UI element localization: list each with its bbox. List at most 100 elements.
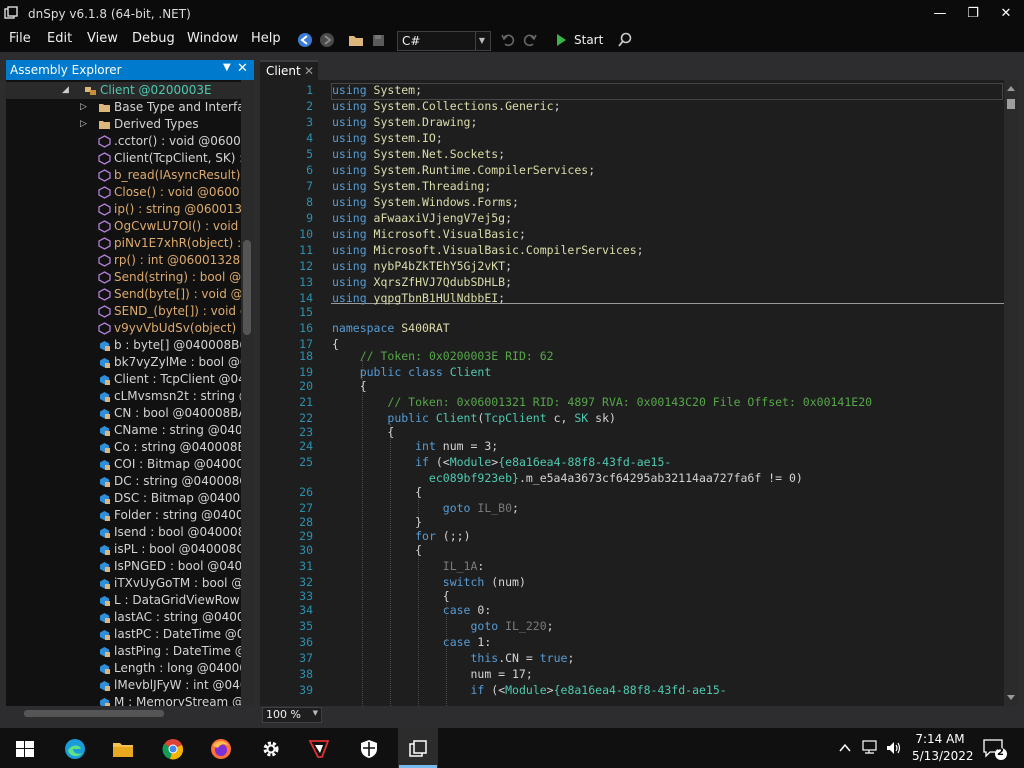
tree-item[interactable]: ▷ Base Type and Interfaces — [6, 99, 246, 116]
tree-item[interactable]: bk7vyZylMe : bool @040008B7 — [6, 354, 246, 371]
code-line[interactable]: 37 this.CN = true; — [260, 650, 1004, 666]
tree-item[interactable]: SEND_(byte[]) : void @06001 — [6, 303, 246, 320]
collapsed-arrow-icon[interactable]: ▷ — [80, 99, 87, 116]
tree-item[interactable]: Isend : bool @040008C3 — [6, 524, 246, 541]
code-line[interactable]: 16 namespace S400RAT — [260, 320, 1004, 336]
tree-item[interactable]: cLMvsmsn2t : string @040008B9 — [6, 388, 246, 405]
tree-item[interactable]: OgCvwLU7OI() : void @06001 — [6, 218, 246, 235]
tree-item[interactable]: L : DataGridViewRow @040008C8 — [6, 592, 246, 609]
tree-item[interactable]: b : byte[] @040008B6 — [6, 337, 246, 354]
code-line[interactable]: 6 using System.Runtime.CompilerServices; — [260, 162, 1004, 178]
tree-item[interactable]: Length : long @040008CC — [6, 660, 246, 677]
tree-item[interactable]: lastPing : DateTime @040008CB — [6, 643, 246, 660]
close-panel-icon[interactable]: ✕ — [237, 61, 248, 76]
tree-item[interactable]: CName : string @040008BB — [6, 422, 246, 439]
scroll-down-icon[interactable] — [1006, 694, 1016, 702]
code-line[interactable]: 30 { — [260, 542, 1004, 558]
code-line[interactable]: 35 goto IL_220; — [260, 618, 1004, 634]
firefox-icon[interactable] — [210, 738, 232, 760]
network-icon[interactable] — [861, 739, 881, 757]
code-line[interactable]: 5 using System.Net.Sockets; — [260, 146, 1004, 162]
tree-item[interactable]: piNv1E7xhR(object) : void — [6, 235, 246, 252]
menu-debug[interactable]: Debug — [132, 31, 175, 46]
chevron-down-icon[interactable]: ▼ — [475, 32, 488, 50]
forward-icon[interactable] — [318, 30, 336, 50]
menu-window[interactable]: Window — [187, 31, 238, 46]
windows-start-icon[interactable] — [14, 738, 36, 760]
app-icon[interactable] — [308, 738, 330, 760]
tree-item[interactable]: v9yvVbUdSv(object) : void — [6, 320, 246, 337]
code-line[interactable]: 26 { — [260, 484, 1004, 500]
restore-icon[interactable]: ❐ — [957, 2, 989, 26]
tree-item[interactable]: Folder : string @040008C2 — [6, 507, 246, 524]
menu-edit[interactable]: Edit — [47, 31, 72, 46]
system-clock[interactable]: 7:14 AM 5/13/2022 — [912, 731, 974, 765]
back-icon[interactable] — [296, 30, 314, 50]
code-line[interactable]: 21 // Token: 0x06001321 RID: 4897 RVA: 0… — [260, 394, 1004, 410]
language-select[interactable]: C# ▼ — [397, 31, 491, 51]
tree-item[interactable]: Close() : void @06001323 — [6, 184, 246, 201]
save-all-icon[interactable] — [370, 30, 388, 50]
editor-vertical-scrollbar[interactable] — [1004, 80, 1018, 706]
code-line[interactable]: 3 using System.Drawing; — [260, 114, 1004, 130]
code-line[interactable]: 1 using System; — [260, 82, 1004, 98]
code-line[interactable]: 10 using Microsoft.VisualBasic; — [260, 226, 1004, 242]
start-play-icon[interactable] — [553, 30, 569, 50]
tree-item[interactable]: Send(string) : bool @06001 — [6, 269, 246, 286]
menu-help[interactable]: Help — [251, 31, 281, 46]
expanded-arrow-icon[interactable]: ◢ — [62, 82, 69, 99]
tree-vertical-scrollbar[interactable] — [241, 80, 254, 708]
assembly-explorer-tree[interactable]: ◢ Client @0200003E ▷ Base Type and Interfac… — [6, 80, 254, 708]
tree-item[interactable]: ◢ Client @0200003E — [6, 82, 246, 99]
code-editor[interactable]: 1 using System; 2 using System.Collections.… — [260, 80, 1004, 706]
tree-item[interactable]: ▷ Derived Types — [6, 116, 246, 133]
start-button[interactable]: Start — [574, 33, 603, 47]
tree-item[interactable]: lastPC : DateTime @040008CA — [6, 626, 246, 643]
code-line[interactable]: 15 — [260, 304, 1004, 320]
tree-item[interactable]: rp() : int @06001328 — [6, 252, 246, 269]
edge-icon[interactable] — [64, 738, 86, 760]
open-folder-icon[interactable] — [347, 30, 365, 50]
zoom-select[interactable]: 100 % ▼ — [262, 707, 322, 723]
undo-icon[interactable] — [499, 30, 517, 50]
tree-item[interactable]: ip() : string @06001326 — [6, 201, 246, 218]
tree-item[interactable]: .cctor() : void @06001321 — [6, 133, 246, 150]
scroll-up-icon[interactable] — [1006, 84, 1016, 92]
tree-item[interactable]: IsPNGED : bool @040008C6 — [6, 558, 246, 575]
code-line[interactable]: 8 using System.Windows.Forms; — [260, 194, 1004, 210]
tree-item[interactable]: iTXvUyGoTM : bool @040008C7 — [6, 575, 246, 592]
tree-item[interactable]: b_read(IAsyncResult) : void — [6, 167, 246, 184]
code-line[interactable]: 9 using aFwaaxiVJjengV7ej5g; — [260, 210, 1004, 226]
tree-hscroll-thumb[interactable] — [24, 710, 164, 717]
tree-item[interactable]: lastAC : string @040008C9 — [6, 609, 246, 626]
close-icon[interactable]: ✕ — [990, 2, 1022, 26]
code-line[interactable]: 24 int num = 3; — [260, 438, 1004, 454]
tree-item[interactable]: Client : TcpClient @040008B8 — [6, 371, 246, 388]
menu-file[interactable]: File — [9, 31, 31, 46]
code-line[interactable]: 11 using Microsoft.VisualBasic.CompilerSe… — [260, 242, 1004, 258]
tree-item[interactable]: Send(byte[]) : void @06001 — [6, 286, 246, 303]
tree-item[interactable]: lMevblJFyW : int @040008CD — [6, 677, 246, 694]
tree-item[interactable]: isPL : bool @040008C5 — [6, 541, 246, 558]
code-line[interactable]: 38 num = 17; — [260, 666, 1004, 682]
notification-icon[interactable] — [982, 737, 1008, 761]
code-line[interactable]: 2 using System.Collections.Generic; — [260, 98, 1004, 114]
tree-item[interactable]: Client(TcpClient, SK) : void — [6, 150, 246, 167]
chevron-down-icon[interactable]: ▼ — [313, 709, 318, 717]
code-line[interactable]: 31 IL_1A: — [260, 558, 1004, 574]
search-icon[interactable] — [616, 30, 634, 50]
chrome-icon[interactable] — [162, 738, 184, 760]
shield-icon[interactable] — [358, 738, 380, 760]
code-line[interactable]: 36 case 1: — [260, 634, 1004, 650]
file-explorer-icon[interactable] — [112, 738, 134, 760]
chevron-up-icon[interactable] — [838, 741, 852, 755]
code-line[interactable]: 18 // Token: 0x0200003E RID: 62 — [260, 348, 1004, 364]
tree-item[interactable]: DSC : Bitmap @040008C1 — [6, 490, 246, 507]
tree-item[interactable]: COI : Bitmap @040008BD — [6, 456, 246, 473]
tree-scroll-thumb[interactable] — [243, 240, 251, 335]
tree-item[interactable]: CN : bool @040008BA — [6, 405, 246, 422]
code-line[interactable]: 20 { — [260, 378, 1004, 394]
task-view-icon[interactable] — [407, 738, 429, 760]
tree-item[interactable]: Co : string @040008BC — [6, 439, 246, 456]
code-line[interactable]: 39 if (<Module>{e8a16ea4-88f8-43fd-ae15- — [260, 682, 1004, 698]
